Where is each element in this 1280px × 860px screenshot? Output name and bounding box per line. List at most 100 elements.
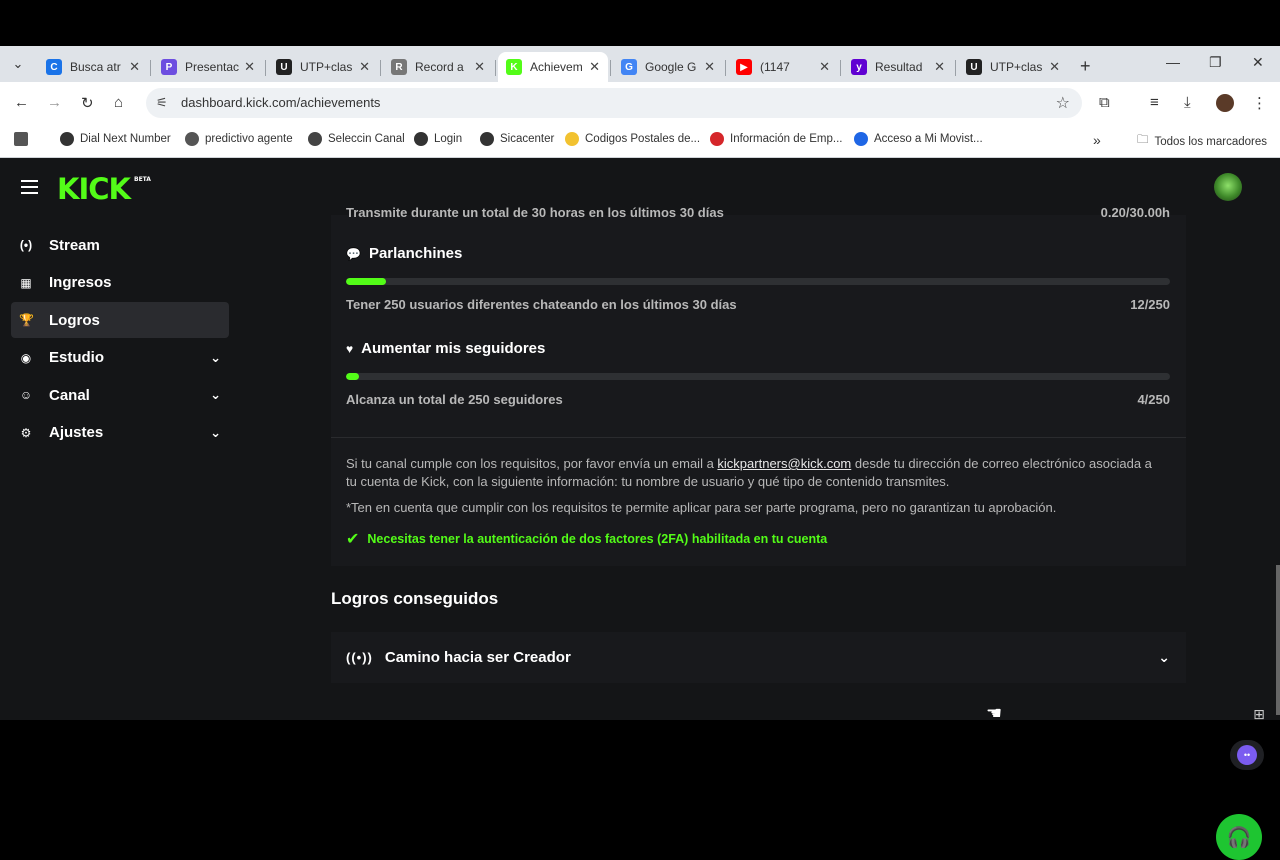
- bookmark-label: Acceso a Mi Movist...: [874, 133, 983, 145]
- browser-tab[interactable]: ▶ (1147 ✕: [728, 52, 838, 82]
- tab-favicon-icon: K: [506, 59, 522, 75]
- tab-title: UTP+clas: [300, 60, 353, 74]
- tab-close-icon[interactable]: ✕: [704, 59, 715, 75]
- sidebar-item-canal[interactable]: ☺ Canal ⌄: [11, 377, 229, 413]
- browser-tab[interactable]: K Achievem ✕: [498, 52, 608, 82]
- tab-separator: [610, 60, 611, 76]
- address-bar[interactable]: ⚟ dashboard.kick.com/achievements ☆: [146, 88, 1082, 118]
- requirements-info: Si tu canal cumple con los requisitos, p…: [346, 455, 1166, 491]
- reload-icon[interactable]: ↻: [81, 94, 94, 112]
- bookmark-item[interactable]: Login: [414, 132, 462, 146]
- bookmark-favicon-icon: [710, 132, 724, 146]
- logo-text: KICK: [57, 172, 131, 206]
- restore-icon[interactable]: ❐: [1209, 54, 1222, 71]
- apps-icon[interactable]: [14, 132, 34, 146]
- chevron-down-icon[interactable]: ⌄: [210, 350, 221, 366]
- browser-tab[interactable]: R Record a ✕: [383, 52, 493, 82]
- bookmark-item[interactable]: Acceso a Mi Movist...: [854, 132, 983, 146]
- tab-separator: [150, 60, 151, 76]
- tab-close-icon[interactable]: ✕: [589, 59, 600, 75]
- bookmark-item[interactable]: predictivo agente: [185, 132, 293, 146]
- sidebar-item-ingresos[interactable]: ▦ Ingresos: [11, 265, 229, 301]
- creator-path-accordion[interactable]: ((•)) Camino hacia ser Creador ⌄: [331, 632, 1186, 683]
- new-tab-button[interactable]: +: [1080, 56, 1091, 77]
- tab-close-icon[interactable]: ✕: [359, 59, 370, 75]
- achievement-description: Tener 250 usuarios diferentes chateando …: [346, 297, 737, 312]
- all-bookmarks-folder[interactable]: 🗀 Todos los marcadores: [1137, 132, 1267, 151]
- downloads-icon[interactable]: ⤓: [1184, 94, 1191, 111]
- hamburger-menu-icon[interactable]: [21, 180, 38, 194]
- sidebar-item-label: Logros: [49, 311, 100, 329]
- sidebar-item-label: Stream: [49, 236, 100, 254]
- tab-favicon-icon: U: [276, 59, 292, 75]
- browser-tab[interactable]: C Busca atr ✕: [38, 52, 148, 82]
- headset-icon: 🎧: [1226, 826, 1252, 849]
- support-chat-button[interactable]: 🎧: [1216, 814, 1262, 860]
- kick-logo[interactable]: KICK BETA: [57, 172, 151, 206]
- close-window-icon[interactable]: ✕: [1252, 54, 1264, 71]
- chevron-down-icon[interactable]: ⌄: [210, 387, 221, 403]
- browser-tab[interactable]: U UTP+clas ✕: [268, 52, 378, 82]
- tab-favicon-icon: G: [621, 59, 637, 75]
- beta-badge: BETA: [134, 176, 151, 183]
- browser-tab[interactable]: U UTP+clas ✕: [958, 52, 1068, 82]
- more-bookmarks-icon[interactable]: »: [1093, 132, 1101, 148]
- tab-close-icon[interactable]: ✕: [129, 59, 140, 75]
- tab-close-icon[interactable]: ✕: [819, 59, 830, 75]
- browser-tab[interactable]: y Resultad ✕: [843, 52, 953, 82]
- chevron-down-icon[interactable]: ⌄: [1158, 649, 1170, 666]
- scrollbar[interactable]: [1276, 565, 1280, 715]
- checkmark-icon: ✔: [346, 531, 360, 548]
- bookmark-item[interactable]: Dial Next Number: [60, 132, 171, 146]
- bookmark-favicon-icon: [854, 132, 868, 146]
- sidebar-item-ajustes[interactable]: ⚙ Ajustes ⌄: [11, 415, 229, 451]
- chat-icon: 💬: [346, 246, 361, 261]
- tab-close-icon[interactable]: ✕: [244, 59, 255, 75]
- bookmark-item[interactable]: Seleccin Canal: [308, 132, 405, 146]
- chart-icon: ▦: [20, 275, 32, 290]
- sidebar-item-logros[interactable]: 🏆 Logros: [11, 302, 229, 338]
- bookmark-item[interactable]: Codigos Postales de...: [565, 132, 700, 146]
- tab-separator: [840, 60, 841, 76]
- kickpartners-email-link[interactable]: kickpartners@kick.com: [717, 456, 851, 471]
- bookmark-item[interactable]: Información de Emp...: [710, 132, 843, 146]
- tab-close-icon[interactable]: ✕: [1049, 59, 1060, 75]
- achievement-title-text: Parlanchines: [368, 245, 463, 262]
- assistant-button[interactable]: ••: [1230, 740, 1264, 770]
- sidebar-item-estudio[interactable]: ◉ Estudio ⌄: [11, 340, 229, 376]
- bookmark-favicon-icon: [60, 132, 74, 146]
- profile-avatar[interactable]: [1216, 94, 1234, 112]
- user-avatar[interactable]: [1214, 173, 1242, 201]
- minimize-icon[interactable]: —: [1166, 54, 1180, 70]
- tab-favicon-icon: R: [391, 59, 407, 75]
- home-icon[interactable]: ⌂: [114, 94, 123, 111]
- sidebar-item-stream[interactable]: (•) Stream: [11, 227, 229, 263]
- browser-tab[interactable]: G Google G ✕: [613, 52, 723, 82]
- forward-icon[interactable]: →: [47, 94, 62, 111]
- chevron-down-icon[interactable]: ⌄: [210, 425, 221, 441]
- tab-separator: [955, 60, 956, 76]
- tab-search-chevron-icon[interactable]: ⌄: [8, 54, 28, 74]
- grid-apps-icon[interactable]: ⊞: [1248, 703, 1270, 725]
- chrome-menu-icon[interactable]: ⋮: [1252, 94, 1267, 112]
- tab-title: (1147: [760, 60, 790, 74]
- bookmark-star-icon[interactable]: ☆: [1056, 93, 1070, 113]
- tab-separator: [265, 60, 266, 76]
- completed-section-title: Logros conseguidos: [331, 589, 499, 608]
- kick-dashboard: KICK BETA (•) Stream ▦ Ingresos 🏆 Logros ◉ Estu…: [0, 158, 1280, 860]
- bookmark-item[interactable]: Sicacenter: [480, 132, 554, 146]
- site-info-icon[interactable]: ⚟: [156, 95, 168, 111]
- tab-close-icon[interactable]: ✕: [474, 59, 485, 75]
- media-controls-icon[interactable]: ≡: [1150, 94, 1159, 111]
- browser-tab[interactable]: P Presentac ✕: [153, 52, 263, 82]
- back-icon[interactable]: ←: [14, 94, 29, 111]
- bookmark-label: Sicacenter: [500, 133, 555, 145]
- tab-favicon-icon: ▶: [736, 59, 752, 75]
- tab-favicon-icon: P: [161, 59, 177, 75]
- tab-close-icon[interactable]: ✕: [934, 59, 945, 75]
- extensions-icon[interactable]: ⧉: [1099, 94, 1110, 111]
- sidebar-item-label: Ajustes: [49, 424, 104, 441]
- broadcast-icon: ((•)): [346, 650, 373, 665]
- sidebar: (•) Stream ▦ Ingresos 🏆 Logros ◉ Estudio ⌄ ☺ Canal…: [0, 215, 240, 720]
- browser-toolbar: ← → ↻ ⌂ ⚟ dashboard.kick.com/achievement…: [0, 82, 1280, 124]
